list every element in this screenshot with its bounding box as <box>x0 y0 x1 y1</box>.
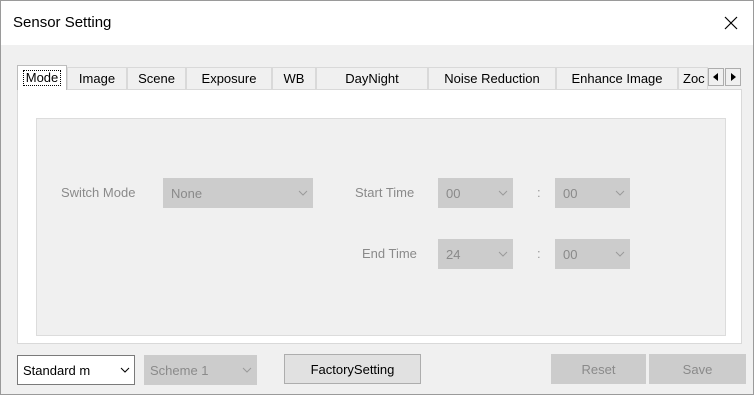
chevron-down-icon <box>242 367 252 373</box>
chevron-down-icon <box>615 251 625 257</box>
tab-exposure[interactable]: Exposure <box>186 67 272 89</box>
chevron-down-icon <box>298 190 308 196</box>
chevron-down-icon <box>120 367 130 373</box>
switch-mode-dropdown[interactable]: None <box>163 178 313 208</box>
tab-daynight[interactable]: DayNight <box>316 67 428 89</box>
mode-settings-group: Switch Mode None Start Time 00 : 00 End … <box>36 118 726 336</box>
start-minute-dropdown[interactable]: 00 <box>555 178 630 208</box>
tab-label: Enhance Image <box>571 71 663 86</box>
tab-label: Image <box>78 71 116 86</box>
tab-scroll-right-button[interactable] <box>725 68 741 86</box>
tab-wb[interactable]: WB <box>272 67 316 89</box>
switch-mode-value: None <box>171 185 203 201</box>
end-minute-dropdown[interactable]: 00 <box>555 239 630 269</box>
triangle-right-icon <box>731 73 736 81</box>
triangle-left-icon <box>713 73 718 81</box>
end-minute-value: 00 <box>563 246 578 262</box>
tab-label: Mode <box>22 70 62 86</box>
save-button[interactable]: Save <box>649 354 746 384</box>
end-time-label: End Time <box>362 246 417 261</box>
start-time-label: Start Time <box>355 185 415 200</box>
scheme-dropdown[interactable]: Scheme 1 <box>144 355 257 385</box>
close-button[interactable] <box>709 1 753 45</box>
tab-label: WB <box>283 71 305 86</box>
chevron-down-icon <box>498 190 508 196</box>
switch-mode-label: Switch Mode <box>61 185 136 200</box>
close-icon <box>724 16 738 30</box>
end-hour-dropdown[interactable]: 24 <box>438 239 513 269</box>
tab-label: Exposure <box>201 71 257 86</box>
scheme-value: Scheme 1 <box>150 362 209 378</box>
start-hour-value: 00 <box>446 185 461 201</box>
dialog-client-area: Mode Image Scene Exposure WB DayNight No… <box>1 45 753 394</box>
sensor-setting-dialog: Sensor Setting Mode Image Scene Exposure… <box>0 0 754 395</box>
tab-label: Noise Reduction <box>444 71 540 86</box>
tab-scene[interactable]: Scene <box>127 67 186 89</box>
title-bar: Sensor Setting <box>1 1 753 45</box>
chevron-down-icon <box>498 251 508 257</box>
dialog-title: Sensor Setting <box>13 14 112 31</box>
standard-mode-dropdown[interactable]: Standard m <box>17 355 135 385</box>
tab-enhance-image[interactable]: Enhance Image <box>556 67 678 89</box>
tab-noise-reduction[interactable]: Noise Reduction <box>428 67 556 89</box>
factory-setting-button[interactable]: FactorySetting <box>284 354 421 384</box>
mode-tab-panel: Switch Mode None Start Time 00 : 00 End … <box>17 89 742 344</box>
tab-label: Scene <box>138 71 175 86</box>
chevron-down-icon <box>615 190 625 196</box>
reset-button[interactable]: Reset <box>551 354 646 384</box>
tab-zoom[interactable]: Zoc <box>678 67 708 89</box>
tab-image[interactable]: Image <box>67 67 127 89</box>
tab-scroll-left-button[interactable] <box>708 68 724 86</box>
tab-strip: Mode Image Scene Exposure WB DayNight No… <box>17 65 742 90</box>
tab-label: DayNight <box>345 71 399 86</box>
start-minute-value: 00 <box>563 185 578 201</box>
end-time-separator: : <box>537 246 541 261</box>
end-hour-value: 24 <box>446 246 461 262</box>
tab-label: Zoc <box>683 71 705 86</box>
standard-mode-value: Standard m <box>23 362 91 378</box>
start-hour-dropdown[interactable]: 00 <box>438 178 513 208</box>
start-time-separator: : <box>537 185 541 200</box>
tab-mode[interactable]: Mode <box>17 65 67 90</box>
